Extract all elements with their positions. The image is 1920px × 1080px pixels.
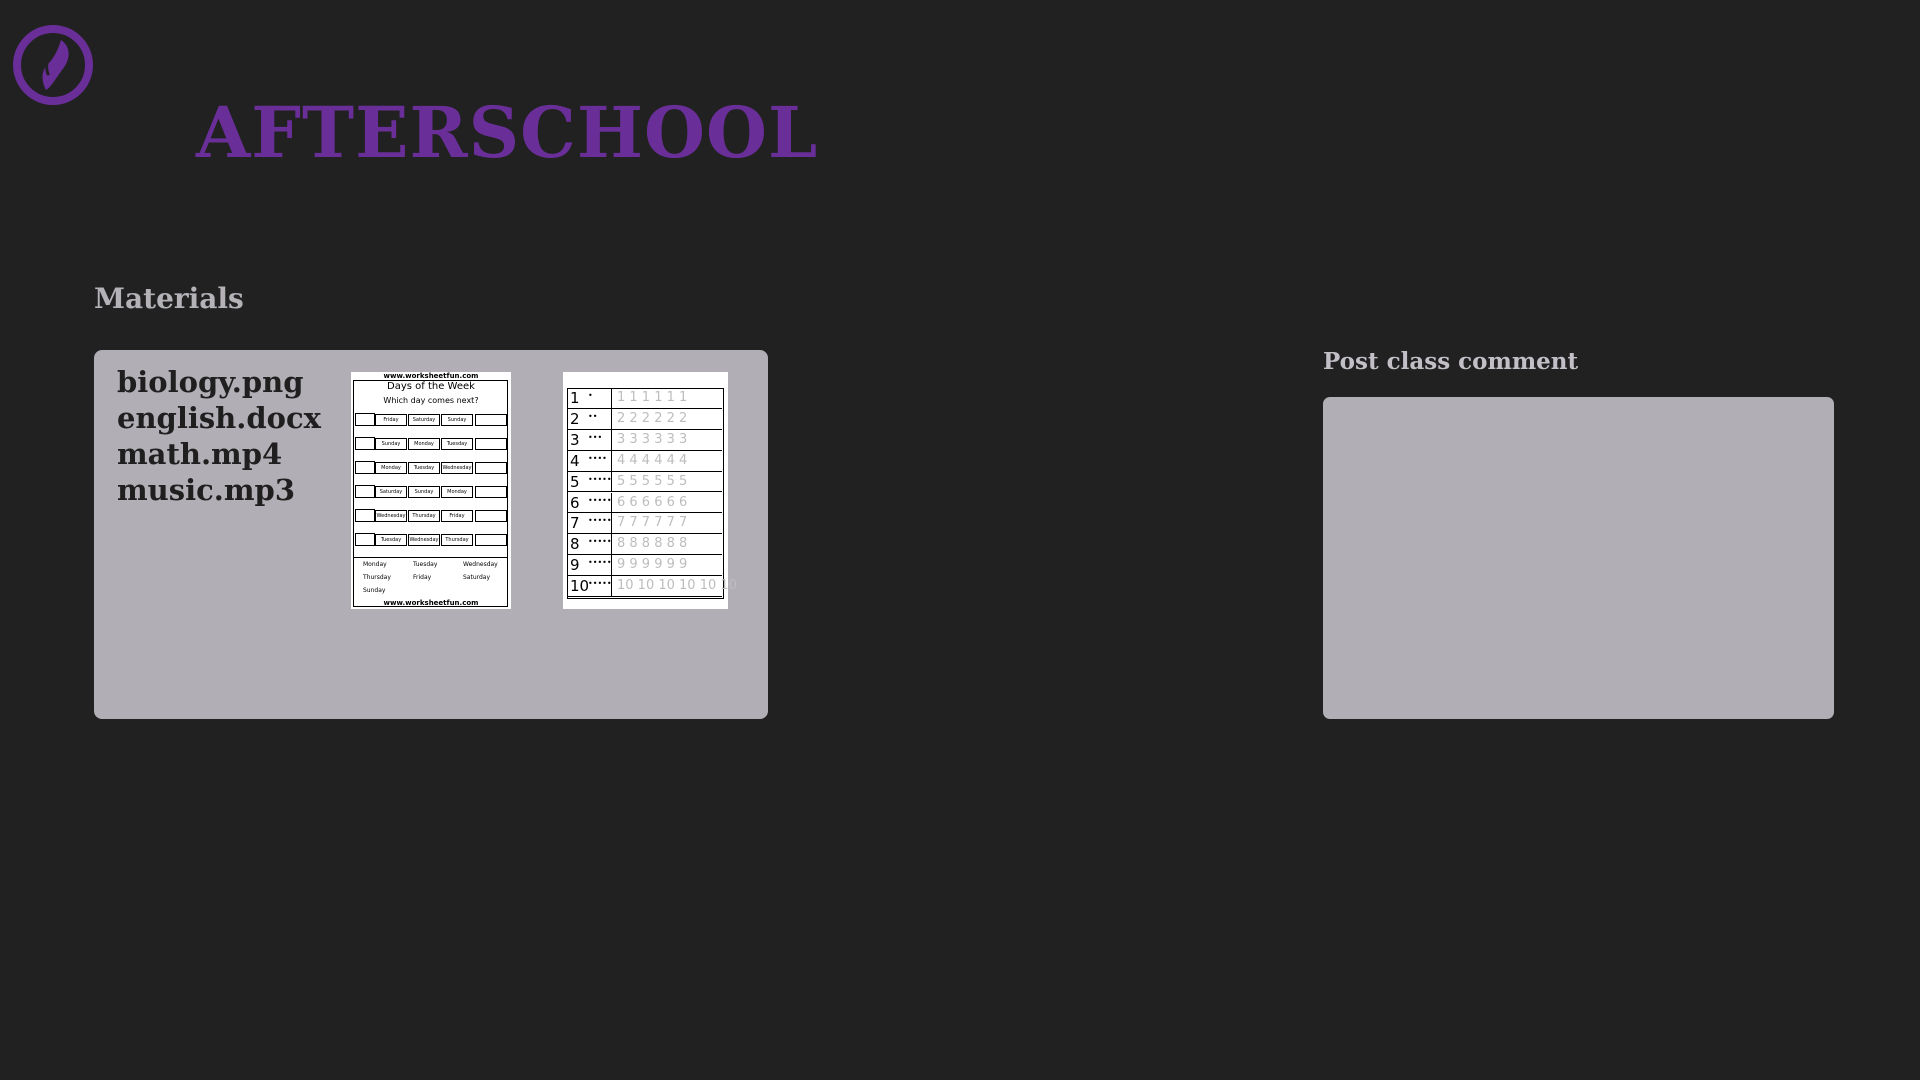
day-cell: Tuesday	[375, 534, 407, 546]
comment-input[interactable]	[1323, 397, 1834, 719]
word-bank-item: Thursday	[363, 574, 391, 581]
train-icon	[355, 461, 375, 474]
file-item[interactable]: biology.png	[117, 364, 321, 400]
tracing-guide: 5 5 5 5 5 5	[617, 473, 688, 489]
tracing-number: 4	[570, 451, 580, 470]
count-dots: •••••	[588, 537, 612, 547]
day-cell: Sunday	[408, 486, 440, 498]
worksheet-footer: www.worksheetfun.com	[383, 599, 479, 607]
train-icon	[355, 533, 375, 546]
word-bank-item: Wednesday	[463, 561, 498, 568]
count-dots: •••••	[588, 474, 612, 484]
materials-panel: biology.png english.docx math.mp4 music.…	[94, 350, 768, 719]
answer-box	[475, 462, 507, 474]
tracing-row: 4 •••• 4 4 4 4 4 4	[567, 450, 722, 472]
day-cell: Monday	[375, 462, 407, 474]
tracing-row: 10 ••••• 10 10 10 10 10 10	[567, 576, 737, 597]
day-cell: Wednesday	[408, 534, 440, 546]
tracing-number: 6	[570, 493, 580, 512]
tracing-row: 3 ••• 3 3 3 3 3 3	[567, 429, 722, 451]
day-cell: Saturday	[375, 486, 407, 498]
worksheet-site-label: www.worksheetfun.com	[383, 372, 479, 380]
day-cell: Wednesday	[375, 510, 407, 522]
tracing-guide: 10 10 10 10 10 10	[617, 578, 737, 594]
tracing-row: 2 •• 2 2 2 2 2 2	[567, 408, 722, 430]
answer-box	[475, 534, 507, 546]
day-cell: Monday	[408, 438, 440, 450]
tracing-number: 7	[570, 514, 580, 533]
worksheet-thumbnail-numbers[interactable]: 1 • 1 1 1 1 1 1 2 •• 2 2 2 2 2 2 3 ••• 3 3 3 3 3…	[563, 372, 737, 609]
day-cell: Sunday	[375, 438, 407, 450]
tracing-row: 8 ••••• 8 8 8 8 8 8	[567, 534, 722, 556]
count-dots: ••••	[588, 453, 607, 463]
tracing-number: 8	[570, 535, 580, 554]
worksheet-title: Days of the Week	[387, 381, 475, 392]
tracing-row: 5 ••••• 5 5 5 5 5 5	[567, 471, 722, 493]
tracing-row: 1 • 1 1 1 1 1 1	[567, 388, 722, 409]
day-cell: Saturday	[408, 414, 440, 426]
count-dots: •	[588, 391, 593, 400]
count-dots: •••••	[588, 516, 612, 526]
tracing-guide: 1 1 1 1 1 1	[617, 390, 688, 405]
day-cell: Thursday	[441, 534, 473, 546]
answer-box	[475, 438, 507, 450]
tracing-number: 9	[570, 556, 580, 575]
train-icon	[355, 485, 375, 498]
count-dots: •••	[588, 432, 603, 442]
day-cell: Monday	[441, 486, 473, 498]
answer-box	[475, 486, 507, 498]
day-cell: Friday	[441, 510, 473, 522]
day-cell: Wednesday	[441, 462, 473, 474]
app-title: AFTERSCHOOL	[196, 91, 819, 174]
tracing-guide: 9 9 9 9 9 9	[617, 557, 688, 573]
tracing-number: 3	[570, 430, 580, 449]
tracing-number: 2	[570, 409, 580, 428]
tracing-row: 7 ••••• 7 7 7 7 7 7	[567, 513, 722, 535]
day-cell: Friday	[375, 414, 407, 426]
tracing-number: 5	[570, 472, 580, 491]
tracing-guide: 2 2 2 2 2 2	[617, 410, 688, 426]
file-item[interactable]: english.docx	[117, 400, 321, 436]
tracing-guide: 8 8 8 8 8 8	[617, 536, 688, 552]
day-cell: Tuesday	[441, 438, 473, 450]
file-item[interactable]: music.mp3	[117, 472, 321, 508]
file-item[interactable]: math.mp4	[117, 436, 321, 472]
materials-title: Materials	[94, 282, 244, 315]
train-icon	[355, 437, 375, 450]
day-cell: Tuesday	[408, 462, 440, 474]
file-list: biology.png english.docx math.mp4 music.…	[117, 364, 321, 508]
worksheet-thumbnail-days[interactable]: www.worksheetfun.com Days of the Week Wh…	[351, 372, 511, 609]
afterschool-logo-icon	[13, 25, 93, 105]
tracing-row: 9 ••••• 9 9 9 9 9 9	[567, 555, 722, 577]
tracing-guide: 7 7 7 7 7 7	[617, 515, 688, 531]
tracing-guide: 4 4 4 4 4 4	[617, 452, 688, 468]
tracing-row: 6 ••••• 6 6 6 6 6 6	[567, 492, 722, 514]
answer-box	[475, 414, 507, 426]
comment-title: Post class comment	[1323, 348, 1579, 375]
count-dots: •••••	[588, 495, 612, 505]
train-icon	[355, 413, 375, 426]
count-dots: •••••	[588, 579, 612, 589]
worksheet-subtitle: Which day comes next?	[383, 396, 479, 405]
word-bank-item: Tuesday	[413, 561, 438, 568]
answer-box	[475, 510, 507, 522]
tracing-number: 10	[570, 577, 590, 596]
tracing-guide: 6 6 6 6 6 6	[617, 494, 688, 510]
train-icon	[355, 509, 375, 522]
tracing-number: 1	[570, 389, 580, 407]
day-cell: Thursday	[408, 510, 440, 522]
word-bank-item: Monday	[363, 561, 387, 568]
tracing-guide: 3 3 3 3 3 3	[617, 431, 688, 447]
day-cell: Sunday	[441, 414, 473, 426]
count-dots: •••••	[588, 558, 612, 568]
word-bank-item: Friday	[413, 574, 432, 581]
count-dots: ••	[588, 411, 598, 421]
word-bank-item: Sunday	[363, 587, 386, 594]
word-bank-item: Saturday	[463, 574, 491, 581]
